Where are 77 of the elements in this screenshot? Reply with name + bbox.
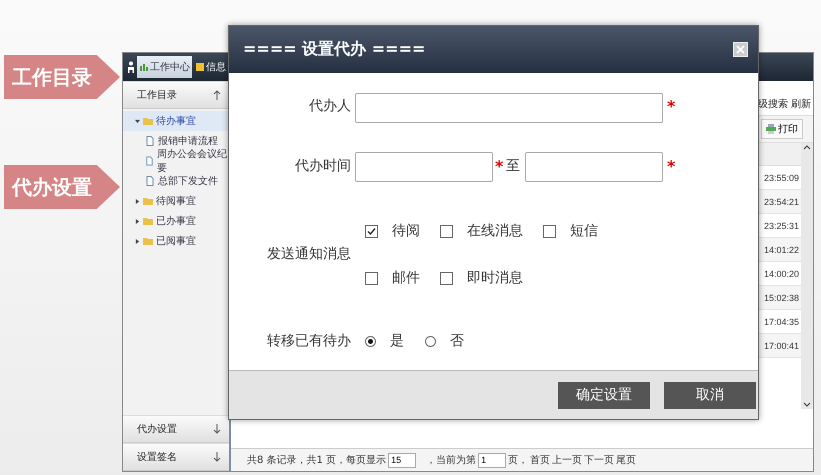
option-label: 在线消息 xyxy=(467,222,523,240)
dialog-title: ==== 设置代办 ==== xyxy=(243,39,426,60)
collapsed-triangle-icon[interactable] xyxy=(135,198,140,204)
checkbox[interactable] xyxy=(365,272,378,284)
pager-text: 共8 条记录，共1 页，每页显示 xyxy=(247,454,386,467)
down-arrow-icon xyxy=(213,423,221,435)
checkbox[interactable] xyxy=(440,224,453,238)
toolbar-link[interactable]: 刷新 xyxy=(791,97,811,111)
up-arrow-icon xyxy=(213,89,221,101)
pager-text: 页， xyxy=(508,454,528,467)
pager-link[interactable]: 上一页 xyxy=(552,453,582,467)
section-header[interactable]: 设置签名 xyxy=(123,443,229,471)
table-cell: 15:02:38 xyxy=(764,292,799,302)
agent-field[interactable] xyxy=(355,93,663,123)
checkbox[interactable] xyxy=(365,224,378,238)
field-label: 代办人 xyxy=(309,97,351,115)
option-label: 邮件 xyxy=(392,269,420,287)
option-label: 待阅 xyxy=(392,222,420,240)
down-arrow-icon xyxy=(213,451,221,463)
group-label: 转移已有待办 xyxy=(267,332,351,350)
dialog-button[interactable]: 确定设置 xyxy=(558,382,650,408)
option-label: 是 xyxy=(390,332,404,350)
scroll-down-icon[interactable] xyxy=(803,401,811,409)
page-size-field[interactable]: 15 xyxy=(388,452,416,468)
pager-link[interactable]: 尾页 xyxy=(616,453,636,467)
start-time-field[interactable] xyxy=(355,152,493,182)
printer-icon xyxy=(766,124,776,134)
table-cell: 23:54:21 xyxy=(764,196,799,206)
tree-item[interactable]: 待阅事宜 xyxy=(123,191,229,211)
collapsed-triangle-icon[interactable] xyxy=(135,238,140,244)
dialog-button[interactable]: 取消 xyxy=(664,382,756,408)
table-cell: 23:55:09 xyxy=(764,172,799,182)
callout-label: 代办设置 xyxy=(4,165,120,209)
pager-link[interactable]: 首页 xyxy=(530,453,550,467)
option-label: 即时消息 xyxy=(467,269,523,287)
tree-item[interactable]: 总部下发文件 xyxy=(123,171,229,191)
required-mark: * xyxy=(667,157,676,176)
section-title: 代办设置 xyxy=(137,422,177,436)
option-label: 短信 xyxy=(570,222,598,240)
tree-item[interactable]: 已阅事宜 xyxy=(123,231,229,251)
tree-item[interactable]: 已办事宜 xyxy=(123,211,229,231)
tree-item[interactable]: 周办公会会议纪要 xyxy=(123,151,229,171)
page-number-field[interactable]: 1 xyxy=(478,452,506,468)
print-button[interactable]: 打印 xyxy=(761,119,803,139)
option-label: 否 xyxy=(450,332,464,350)
section-header[interactable]: 工作目录 xyxy=(123,81,229,109)
section-title: 工作目录 xyxy=(137,89,177,102)
callout-label: 工作目录 xyxy=(4,55,120,99)
scrollbar[interactable] xyxy=(801,143,813,409)
person-icon[interactable] xyxy=(126,61,136,73)
required-mark: * xyxy=(495,157,504,176)
range-separator: 至 xyxy=(506,157,520,175)
end-time-field[interactable] xyxy=(525,152,663,182)
tree-item[interactable]: 待办事宜 xyxy=(123,111,229,131)
chart-icon xyxy=(139,62,149,72)
nav-tab[interactable]: 信息 xyxy=(193,56,228,78)
radio-button[interactable] xyxy=(425,336,436,346)
table-cell: 17:04:35 xyxy=(764,316,799,326)
radio-button[interactable] xyxy=(365,336,376,346)
checkbox[interactable] xyxy=(440,272,453,284)
required-mark: * xyxy=(667,97,676,116)
scroll-up-icon[interactable] xyxy=(803,143,811,151)
table-cell: 17:00:41 xyxy=(764,340,799,350)
close-icon xyxy=(736,45,745,54)
table-cell: 14:01:22 xyxy=(764,244,799,254)
nav-tab[interactable]: 工作中心 xyxy=(137,56,192,78)
expanded-triangle-icon[interactable] xyxy=(135,118,140,124)
field-label: 代办时间 xyxy=(295,157,351,175)
pager-text: ，当前为第 xyxy=(426,454,476,467)
table-cell: 23:25:31 xyxy=(764,220,799,230)
checkbox[interactable] xyxy=(543,224,556,238)
collapsed-triangle-icon[interactable] xyxy=(135,218,140,224)
group-label: 发送通知消息 xyxy=(267,245,351,263)
table-cell: 14:00:20 xyxy=(764,268,799,278)
pager-link[interactable]: 下一页 xyxy=(584,453,614,467)
section-header[interactable]: 代办设置 xyxy=(123,415,229,443)
section-title: 设置签名 xyxy=(137,450,177,464)
